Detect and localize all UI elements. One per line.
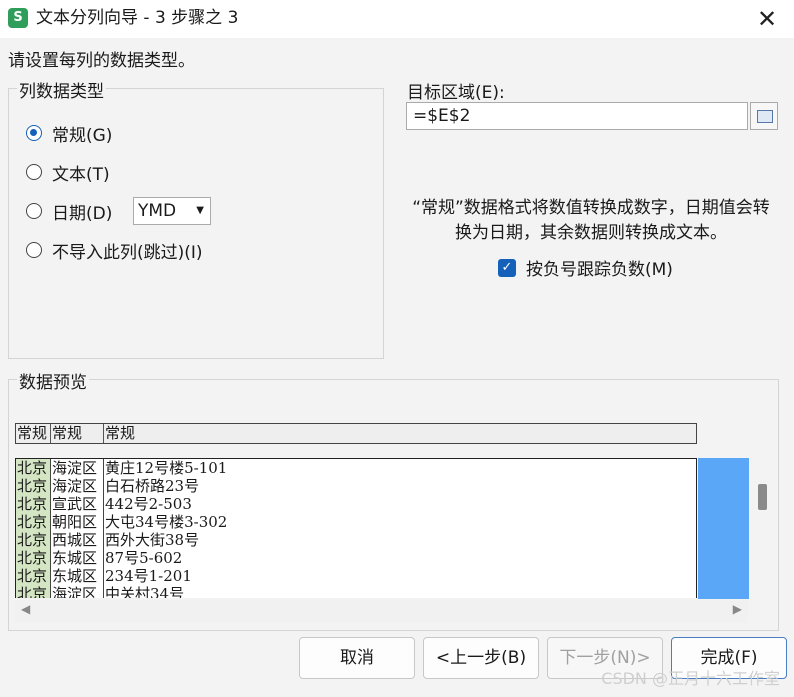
cell-address: 442号2-503	[105, 495, 192, 513]
cell-address: 白石桥路23号	[105, 477, 200, 495]
cell-province: 北京	[16, 585, 51, 598]
horizontal-scrollbar[interactable]: ◀ ▶	[15, 600, 748, 623]
cell-district: 海淀区	[51, 477, 104, 495]
cell-district: 海淀区	[51, 585, 104, 598]
cell-province: 北京	[16, 459, 51, 477]
scroll-right-icon[interactable]: ▶	[733, 602, 742, 616]
radio-date[interactable]: 日期(D)	[26, 199, 113, 224]
cell-district: 西城区	[51, 531, 104, 549]
app-icon: S	[8, 8, 28, 28]
cell-district: 朝阳区	[51, 513, 104, 531]
cell-address: 大屯34号楼3-302	[105, 513, 228, 531]
radio-date-label: 日期(D)	[52, 203, 113, 224]
scroll-left-icon[interactable]: ◀	[21, 602, 30, 616]
preview-header-col2[interactable]: 常规	[51, 424, 104, 443]
cell-address: 234号1-201	[105, 567, 192, 585]
preview-header-row[interactable]: 常规 常规 常规	[15, 423, 697, 444]
table-row: 北京 海淀区 中关村34号	[16, 585, 696, 598]
cell-province: 北京	[16, 495, 51, 513]
negative-sign-checkbox-row[interactable]: ✓ 按负号跟踪负数(M)	[498, 255, 673, 280]
table-row: 北京 东城区 87号5-602	[16, 549, 696, 567]
title-bar: S 文本分列向导 - 3 步骤之 3 ✕	[0, 0, 794, 38]
close-icon: ✕	[756, 5, 778, 33]
column-type-group-label: 列数据类型	[17, 77, 106, 102]
negative-sign-checkbox[interactable]: ✓	[498, 258, 516, 277]
preview-rows: 北京 海淀区 黄庄12号楼5-101 北京 海淀区 白石桥路23号 北京 宣武区 442号2…	[15, 458, 697, 598]
radio-skip[interactable]: 不导入此列(跳过)(I)	[26, 238, 203, 263]
cell-province: 北京	[16, 549, 51, 567]
destination-input[interactable]: =$E$2	[406, 102, 748, 130]
cell-district: 东城区	[51, 567, 104, 585]
preview-header-col3[interactable]: 常规	[104, 424, 696, 443]
cell-district: 宣武区	[51, 495, 104, 513]
watermark: CSDN @正月十六工作室	[601, 669, 780, 688]
text-to-columns-dialog: S 文本分列向导 - 3 步骤之 3 ✕ 请设置每列的数据类型。 列数据类型 常…	[0, 0, 794, 697]
instruction-text: 请设置每列的数据类型。	[8, 51, 195, 71]
table-row: 北京 东城区 234号1-201	[16, 567, 696, 585]
radio-general-indicator[interactable]	[26, 125, 42, 141]
table-row: 北京 西城区 西外大街38号	[16, 531, 696, 549]
radio-text-indicator[interactable]	[26, 164, 42, 180]
cell-address: 西外大街38号	[105, 531, 200, 549]
date-format-value: YMD	[138, 201, 177, 221]
cell-address: 中关村34号	[105, 585, 185, 598]
cell-address: 87号5-602	[105, 549, 183, 567]
cancel-button[interactable]: 取消	[299, 637, 415, 679]
destination-label: 目标区域(E):	[407, 83, 505, 103]
radio-skip-label: 不导入此列(跳过)(I)	[52, 242, 203, 263]
cell-province: 北京	[16, 567, 51, 585]
window-title: 文本分列向导 - 3 步骤之 3	[36, 8, 239, 28]
radio-skip-indicator[interactable]	[26, 242, 42, 258]
format-description: “常规”数据格式将数值转换成数字，日期值会转换为日期，其余数据则转换成文本。	[412, 198, 770, 243]
close-button[interactable]: ✕	[752, 4, 782, 34]
table-row: 北京 海淀区 黄庄12号楼5-101	[16, 459, 696, 477]
range-select-icon	[757, 110, 773, 123]
cell-province: 北京	[16, 531, 51, 549]
table-row: 北京 宣武区 442号2-503	[16, 495, 696, 513]
radio-date-indicator[interactable]	[26, 203, 42, 219]
table-row: 北京 朝阳区 大屯34号楼3-302	[16, 513, 696, 531]
data-preview-grid[interactable]: 常规 常规 常规 北京 海淀区 黄庄12号楼5-101 北京 海淀区 白石桥路23号 北…	[15, 421, 698, 599]
radio-text-label: 文本(T)	[52, 164, 110, 185]
preview-header-col1[interactable]: 常规	[16, 424, 51, 443]
cell-province: 北京	[16, 513, 51, 531]
date-format-select[interactable]: YMD ▼	[133, 197, 211, 225]
back-button[interactable]: <上一步(B)	[423, 637, 539, 679]
cell-district: 海淀区	[51, 459, 104, 477]
vertical-scrollbar-thumb[interactable]	[758, 484, 767, 510]
radio-general-label: 常规(G)	[52, 125, 113, 146]
table-row: 北京 海淀区 白石桥路23号	[16, 477, 696, 495]
radio-general[interactable]: 常规(G)	[26, 121, 113, 146]
negative-sign-label: 按负号跟踪负数(M)	[526, 260, 673, 280]
chevron-down-icon: ▼	[196, 205, 204, 216]
radio-text[interactable]: 文本(T)	[26, 160, 110, 185]
cell-district: 东城区	[51, 549, 104, 567]
cell-address: 黄庄12号楼5-101	[105, 459, 228, 477]
data-preview-group-label: 数据预览	[17, 368, 89, 393]
cell-province: 北京	[16, 477, 51, 495]
selection-highlight	[698, 458, 749, 599]
range-select-button[interactable]	[750, 102, 778, 130]
